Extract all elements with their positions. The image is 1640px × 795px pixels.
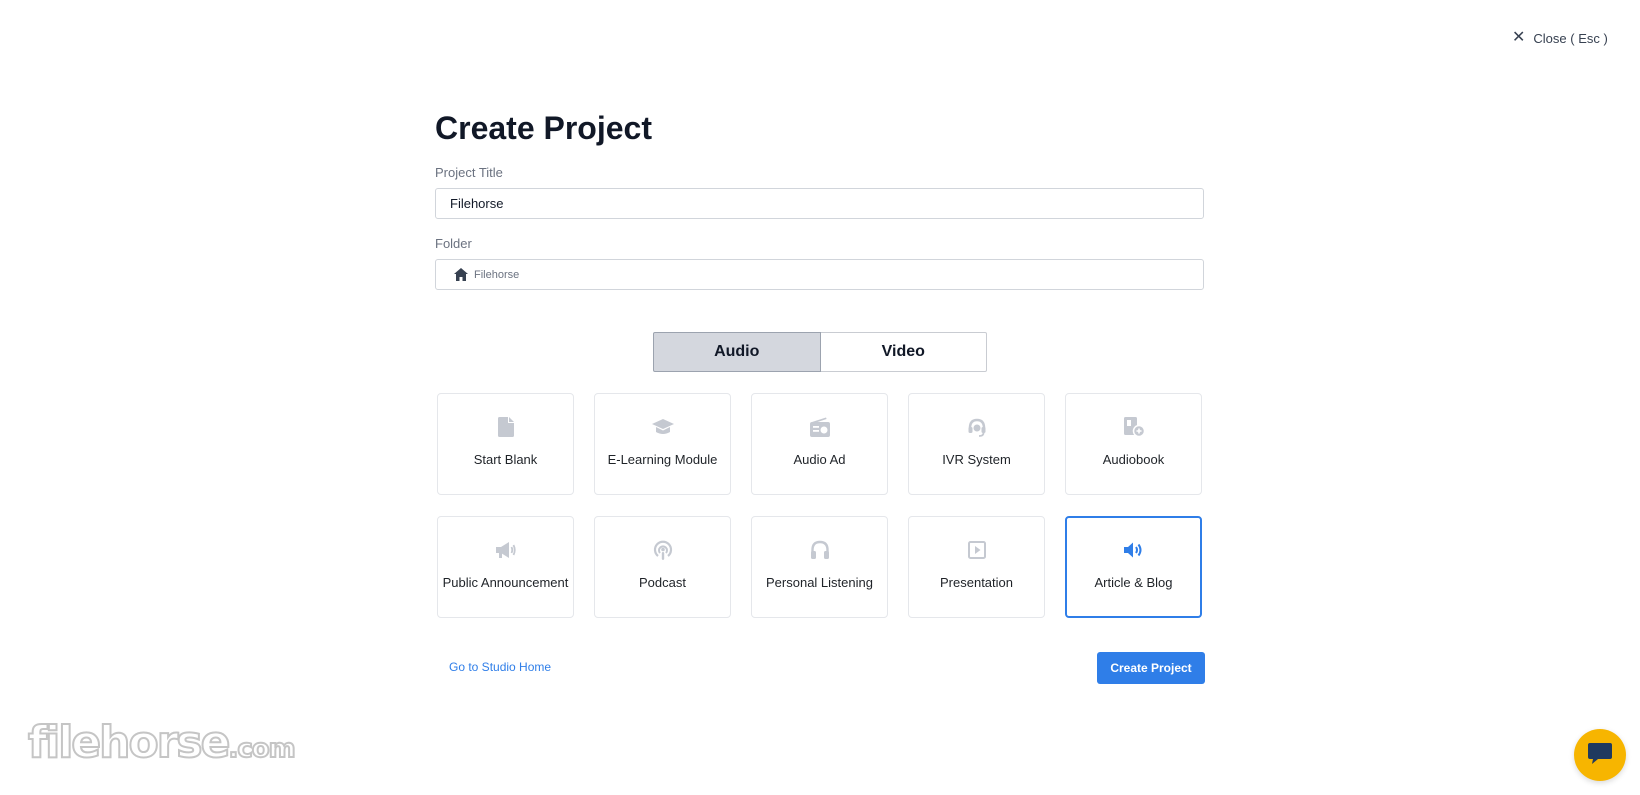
project-title-label: Project Title [435,165,503,180]
home-icon [454,268,468,281]
template-label: Public Announcement [442,575,569,590]
podcast-icon [652,539,674,561]
close-icon: ✕ [1512,29,1526,46]
template-label: Audio Ad [793,452,846,467]
go-to-studio-home-link[interactable]: Go to Studio Home [449,660,551,674]
template-card-audio-ad[interactable]: Audio Ad [751,393,888,495]
watermark-brand: filehorse [27,717,231,768]
volume-icon [1123,539,1145,561]
filehorse-watermark-logo: filehorse.com [27,717,297,773]
graduation-cap-icon [651,416,674,438]
template-card-presentation[interactable]: Presentation [908,516,1045,618]
chat-bubble-icon [1587,740,1613,771]
template-label: Article & Blog [1094,575,1173,590]
watermark-suffix: .com [227,733,296,765]
template-card-ivr-system[interactable]: IVR System [908,393,1045,495]
radio-icon [809,416,831,438]
template-label: IVR System [942,452,1011,467]
template-label: Personal Listening [766,575,873,590]
chat-button[interactable] [1574,729,1626,781]
headphones-icon [809,539,831,561]
tab-video[interactable]: Video [820,332,987,372]
close-label: Close ( Esc ) [1533,30,1608,46]
template-label: Audiobook [1102,452,1165,467]
headset-icon [966,416,988,438]
create-project-button[interactable]: Create Project [1097,652,1205,684]
template-label: Start Blank [473,452,538,467]
template-label: Presentation [940,575,1013,590]
template-card-podcast[interactable]: Podcast [594,516,731,618]
template-card-audiobook[interactable]: Audiobook [1065,393,1202,495]
template-card-personal-listening[interactable]: Personal Listening [751,516,888,618]
create-project-form: Create Project Project Title Folder File… [435,108,1204,290]
file-icon [495,416,517,438]
folder-select[interactable]: Filehorse [435,259,1204,290]
template-grid: Start Blank E-Learning Module Audio Ad I… [437,393,1203,618]
template-card-start-blank[interactable]: Start Blank [437,393,574,495]
play-square-icon [966,539,988,561]
template-card-public-announcement[interactable]: Public Announcement [437,516,574,618]
page-title: Create Project [435,110,652,146]
template-card-article-blog[interactable]: Article & Blog [1065,516,1202,618]
project-title-input[interactable] [435,188,1204,219]
template-label: E-Learning Module [607,452,718,467]
audio-video-toggle: Audio Video [653,332,987,372]
folder-value: Filehorse [474,268,520,281]
close-button[interactable]: ✕ Close ( Esc ) [1512,30,1608,46]
template-card-e-learning-module[interactable]: E-Learning Module [594,393,731,495]
audiobook-icon [1123,416,1145,438]
folder-label: Folder [435,236,472,251]
template-label: Podcast [639,575,686,590]
tab-audio[interactable]: Audio [653,332,821,372]
megaphone-icon [495,539,517,561]
